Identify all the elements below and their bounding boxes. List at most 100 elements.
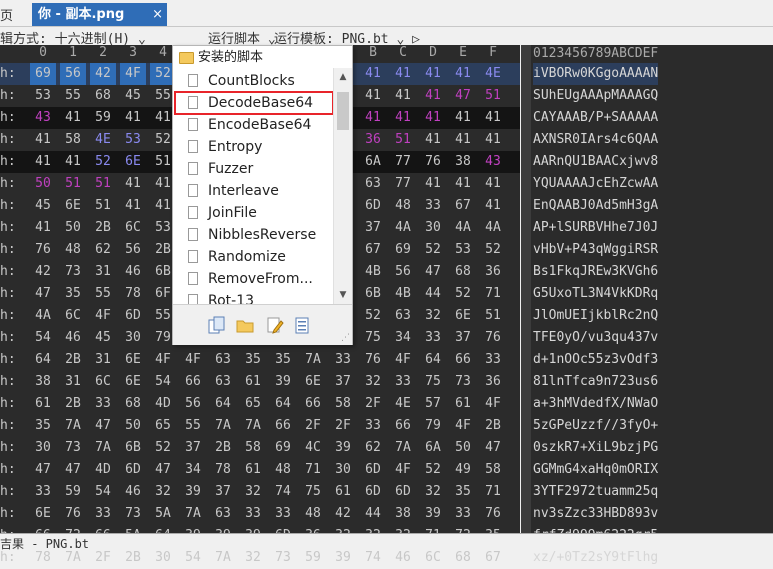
- hex-byte[interactable]: 41: [420, 63, 446, 85]
- hex-byte[interactable]: 6D: [120, 305, 146, 327]
- hex-byte[interactable]: 58: [240, 437, 266, 459]
- hex-byte[interactable]: 41: [480, 129, 506, 151]
- hex-byte[interactable]: 2B: [60, 349, 86, 371]
- hex-byte[interactable]: 42: [90, 63, 116, 85]
- resize-grip-icon[interactable]: ⋰: [341, 333, 350, 343]
- script-menu-item[interactable]: EncodeBase64: [173, 114, 333, 136]
- hex-byte[interactable]: 66: [270, 415, 296, 437]
- hex-byte[interactable]: 30: [150, 547, 176, 569]
- hex-byte[interactable]: 41: [420, 85, 446, 107]
- hex-byte[interactable]: 6E: [300, 371, 326, 393]
- hex-row[interactable]: h: 38 31 6C 6E 54 66 63 61 39 6E 37 32 33 75 73 36: [0, 371, 520, 393]
- hex-byte[interactable]: 33: [240, 503, 266, 525]
- ascii-row[interactable]: 0szkR7+XiL9bzjPG: [533, 437, 658, 459]
- hex-byte[interactable]: 35: [60, 283, 86, 305]
- ascii-row[interactable]: EnQAABJ0Ad5mH3gA: [533, 195, 658, 217]
- hex-byte[interactable]: 51: [90, 173, 116, 195]
- hex-byte[interactable]: 6B: [120, 437, 146, 459]
- hex-byte[interactable]: 61: [30, 393, 56, 415]
- hex-byte[interactable]: 54: [90, 481, 116, 503]
- hex-byte[interactable]: 47: [30, 459, 56, 481]
- hex-byte[interactable]: 50: [30, 173, 56, 195]
- hex-byte[interactable]: 61: [240, 459, 266, 481]
- hex-byte[interactable]: 66: [180, 371, 206, 393]
- hex-byte[interactable]: 4E: [480, 63, 506, 85]
- hex-byte[interactable]: 7A: [240, 415, 266, 437]
- copy-files-icon[interactable]: [207, 315, 227, 335]
- hex-byte[interactable]: 38: [450, 151, 476, 173]
- hex-byte[interactable]: 41: [480, 173, 506, 195]
- hex-byte[interactable]: 33: [360, 415, 386, 437]
- hex-byte[interactable]: 48: [300, 503, 326, 525]
- hex-byte[interactable]: 41: [420, 107, 446, 129]
- hex-byte[interactable]: 4F: [150, 349, 176, 371]
- hex-byte[interactable]: 7A: [60, 415, 86, 437]
- hex-byte[interactable]: 63: [360, 173, 386, 195]
- hex-byte[interactable]: 63: [210, 371, 236, 393]
- hex-byte[interactable]: 4E: [90, 129, 116, 151]
- hex-byte[interactable]: 30: [330, 459, 356, 481]
- hex-byte[interactable]: 52: [360, 305, 386, 327]
- hex-byte[interactable]: 74: [360, 547, 386, 569]
- hex-byte[interactable]: 68: [450, 261, 476, 283]
- hex-byte[interactable]: 41: [420, 173, 446, 195]
- hex-byte[interactable]: 41: [60, 107, 86, 129]
- hex-byte[interactable]: 4D: [90, 459, 116, 481]
- hex-byte[interactable]: 69: [270, 437, 296, 459]
- hex-row[interactable]: h: 6E 76 33 73 5A 7A 63 33 33 48 42 44 38 39 33 76: [0, 503, 520, 525]
- hex-byte[interactable]: 2F: [360, 393, 386, 415]
- scroll-thumb[interactable]: [337, 92, 349, 130]
- hex-byte[interactable]: 39: [420, 503, 446, 525]
- hex-byte[interactable]: 75: [300, 481, 326, 503]
- hex-byte[interactable]: 52: [90, 151, 116, 173]
- hex-byte[interactable]: 30: [30, 437, 56, 459]
- hex-byte[interactable]: 41: [450, 107, 476, 129]
- hex-byte[interactable]: 67: [360, 239, 386, 261]
- hex-byte[interactable]: 41: [60, 151, 86, 173]
- hex-byte[interactable]: 41: [360, 107, 386, 129]
- hex-byte[interactable]: 52: [420, 239, 446, 261]
- hex-byte[interactable]: 44: [420, 283, 446, 305]
- hex-byte[interactable]: 43: [480, 151, 506, 173]
- hex-byte[interactable]: 4B: [390, 283, 416, 305]
- script-menu-item[interactable]: CountBlocks: [173, 70, 333, 92]
- hex-byte[interactable]: 4F: [180, 349, 206, 371]
- edit-script-icon[interactable]: [265, 315, 285, 335]
- hex-byte[interactable]: 65: [240, 393, 266, 415]
- hex-byte[interactable]: 52: [450, 283, 476, 305]
- hex-byte[interactable]: 4E: [390, 393, 416, 415]
- hex-byte[interactable]: 59: [300, 547, 326, 569]
- hex-byte[interactable]: 49: [450, 459, 476, 481]
- hex-byte[interactable]: 34: [390, 327, 416, 349]
- hex-byte[interactable]: 33: [480, 349, 506, 371]
- hex-byte[interactable]: 6E: [60, 195, 86, 217]
- hex-byte[interactable]: 33: [270, 503, 296, 525]
- hex-byte[interactable]: 2F: [330, 415, 356, 437]
- hex-byte[interactable]: 78: [210, 459, 236, 481]
- manage-list-icon[interactable]: [293, 315, 313, 335]
- hex-byte[interactable]: 6C: [90, 371, 116, 393]
- hex-byte[interactable]: 2F: [90, 547, 116, 569]
- hex-byte[interactable]: 59: [90, 107, 116, 129]
- hex-byte[interactable]: 51: [90, 195, 116, 217]
- hex-byte[interactable]: 76: [60, 503, 86, 525]
- script-menu-item[interactable]: DecodeBase64: [174, 91, 333, 115]
- ascii-row[interactable]: SUhEUgAAApMAAAGQ: [533, 85, 658, 107]
- hex-byte[interactable]: 79: [420, 415, 446, 437]
- hex-byte[interactable]: 41: [30, 217, 56, 239]
- hex-byte[interactable]: 31: [90, 349, 116, 371]
- hex-byte[interactable]: 52: [480, 239, 506, 261]
- hex-byte[interactable]: 73: [60, 261, 86, 283]
- hex-byte[interactable]: 55: [60, 85, 86, 107]
- script-menu-item[interactable]: JoinFile: [173, 202, 333, 224]
- hex-byte[interactable]: 58: [330, 393, 356, 415]
- hex-byte[interactable]: 41: [450, 173, 476, 195]
- hex-byte[interactable]: 76: [30, 239, 56, 261]
- hex-byte[interactable]: 33: [330, 349, 356, 371]
- hex-byte[interactable]: 47: [60, 459, 86, 481]
- hex-byte[interactable]: 39: [330, 437, 356, 459]
- hex-byte[interactable]: 4F: [390, 349, 416, 371]
- hex-byte[interactable]: 6A: [420, 437, 446, 459]
- ascii-row[interactable]: a+3hMVdedfX/NWaO: [533, 393, 658, 415]
- ascii-row[interactable]: Bs1FkqJREw3KVGh6: [533, 261, 658, 283]
